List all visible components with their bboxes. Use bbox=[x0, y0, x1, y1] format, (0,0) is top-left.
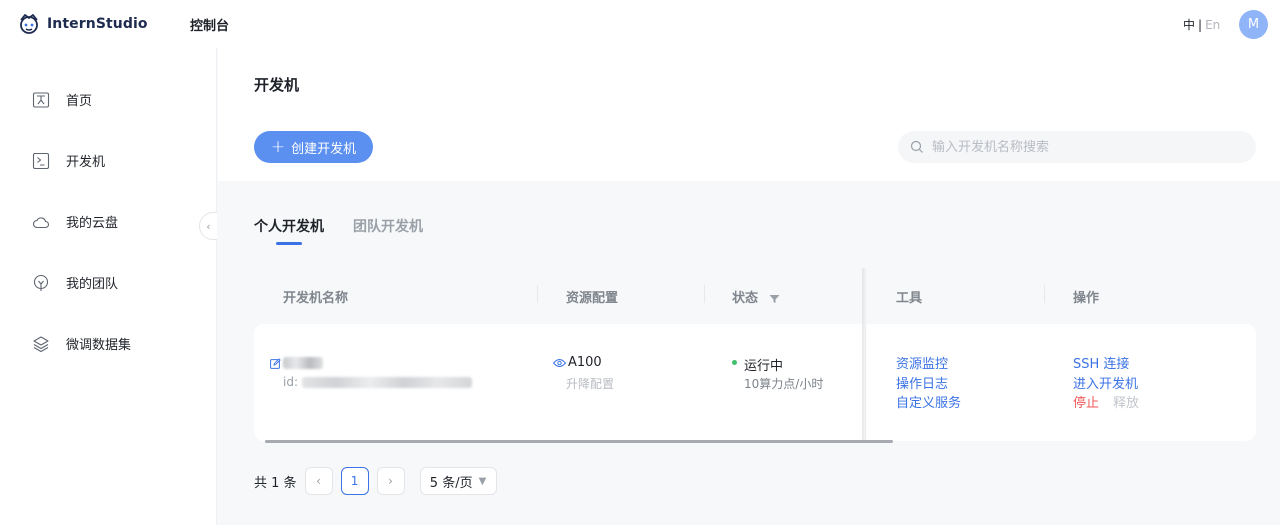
search-box bbox=[898, 131, 1256, 163]
language-switch: 中 | En bbox=[1183, 16, 1220, 33]
col-header-name: 开发机名称 bbox=[283, 291, 349, 306]
operation-log-link[interactable]: 操作日志 bbox=[896, 375, 961, 395]
column-divider[interactable] bbox=[537, 285, 538, 303]
create-devmachine-button[interactable]: + 创建开发机 bbox=[254, 131, 373, 163]
lang-zh[interactable]: 中 bbox=[1183, 18, 1195, 32]
redacted-name bbox=[283, 356, 323, 369]
col-header-tools: 工具 bbox=[896, 291, 923, 306]
resource-gpu: A100 bbox=[568, 355, 602, 370]
sidebar-item-team[interactable]: 我的团队 bbox=[32, 273, 118, 292]
page-size-value: 5 条/页 bbox=[429, 475, 473, 491]
upgrade-config-link[interactable]: 升降配置 bbox=[566, 375, 614, 392]
sidebar: 首页 开发机 我的云盘 我的团队 微调数据集 bbox=[0, 48, 217, 525]
machine-id-label: id: bbox=[283, 375, 298, 389]
eye-icon[interactable] bbox=[553, 358, 566, 368]
running-status-dot bbox=[732, 360, 737, 365]
status-text: 运行中 bbox=[744, 359, 784, 374]
console-link[interactable]: 控制台 bbox=[190, 15, 229, 34]
avatar[interactable]: M bbox=[1239, 10, 1268, 39]
page-title: 开发机 bbox=[254, 76, 300, 94]
column-divider[interactable] bbox=[1044, 285, 1045, 303]
col-header-actions: 操作 bbox=[1073, 291, 1100, 306]
custom-service-link[interactable]: 自定义服务 bbox=[896, 394, 961, 414]
sidebar-item-label: 我的云盘 bbox=[66, 216, 119, 231]
plus-icon: + bbox=[270, 136, 286, 157]
machine-name bbox=[283, 355, 323, 370]
col-header-status[interactable]: 状态 bbox=[732, 287, 780, 306]
ssh-connect-link[interactable]: SSH 连接 bbox=[1073, 355, 1139, 375]
prev-page-button[interactable]: ‹ bbox=[304, 467, 333, 495]
logo[interactable]: InternStudio bbox=[17, 12, 148, 36]
search-icon bbox=[910, 140, 923, 153]
col-header-resource: 资源配置 bbox=[566, 291, 619, 306]
active-tab-indicator bbox=[276, 242, 302, 245]
cloud-icon bbox=[32, 216, 49, 228]
status-cost: 10算力点/小时 bbox=[744, 377, 824, 391]
page-1-button[interactable]: 1 bbox=[340, 467, 369, 495]
create-button-label: 创建开发机 bbox=[291, 141, 357, 157]
main-header: 开发机 + 创建开发机 bbox=[218, 48, 1280, 181]
layers-icon bbox=[33, 335, 49, 352]
tab-bar: 个人开发机 团队开发机 bbox=[254, 216, 452, 245]
fixed-column-divider bbox=[865, 324, 866, 441]
sidebar-item-label: 开发机 bbox=[66, 155, 106, 170]
sidebar-item-cloud-drive[interactable]: 我的云盘 bbox=[32, 212, 118, 231]
stop-release-row: 停止 释放 bbox=[1073, 394, 1139, 414]
tab-team[interactable]: 团队开发机 bbox=[353, 216, 423, 236]
terminal-icon bbox=[32, 152, 50, 169]
resource-monitor-link[interactable]: 资源监控 bbox=[896, 355, 961, 375]
tools-cell: 资源监控 操作日志 自定义服务 bbox=[896, 355, 961, 414]
chevron-down-icon: ▼ bbox=[478, 475, 487, 487]
tab-personal[interactable]: 个人开发机 bbox=[254, 216, 324, 236]
sidebar-item-label: 首页 bbox=[66, 94, 93, 109]
home-icon bbox=[32, 91, 50, 108]
sidebar-item-label: 微调数据集 bbox=[66, 338, 132, 353]
sidebar-item-devmachine[interactable]: 开发机 bbox=[32, 151, 105, 170]
stop-button[interactable]: 停止 bbox=[1073, 394, 1099, 414]
enter-devmachine-link[interactable]: 进入开发机 bbox=[1073, 375, 1139, 395]
release-button[interactable]: 释放 bbox=[1113, 394, 1139, 414]
logo-icon bbox=[20, 14, 38, 34]
filter-icon[interactable] bbox=[769, 294, 780, 304]
page-size-select[interactable]: 5 条/页 ▼ bbox=[419, 467, 497, 495]
team-icon bbox=[33, 274, 49, 291]
horizontal-scrollbar[interactable] bbox=[265, 440, 893, 443]
pagination: 共 1 条 ‹ 1 › 5 条/页 ▼ bbox=[254, 467, 497, 495]
sidebar-item-finetune-dataset[interactable]: 微调数据集 bbox=[32, 334, 131, 353]
machine-id: id: bbox=[283, 375, 472, 389]
total-count: 共 1 条 bbox=[254, 475, 297, 491]
logo-text: InternStudio bbox=[47, 16, 148, 32]
sidebar-item-label: 我的团队 bbox=[66, 277, 119, 292]
lang-separator: | bbox=[1198, 18, 1203, 32]
sidebar-item-home[interactable]: 首页 bbox=[32, 90, 92, 109]
search-input[interactable] bbox=[932, 139, 1232, 155]
actions-cell: SSH 连接 进入开发机 停止 释放 bbox=[1073, 355, 1139, 414]
column-divider[interactable] bbox=[704, 285, 705, 303]
next-page-button[interactable]: › bbox=[376, 467, 405, 495]
top-header: InternStudio 控制台 中 | En M bbox=[0, 0, 1280, 48]
col-header-status-label: 状态 bbox=[732, 291, 759, 306]
lang-en[interactable]: En bbox=[1205, 18, 1220, 32]
edit-icon[interactable] bbox=[270, 358, 281, 369]
redacted-id bbox=[302, 377, 472, 388]
